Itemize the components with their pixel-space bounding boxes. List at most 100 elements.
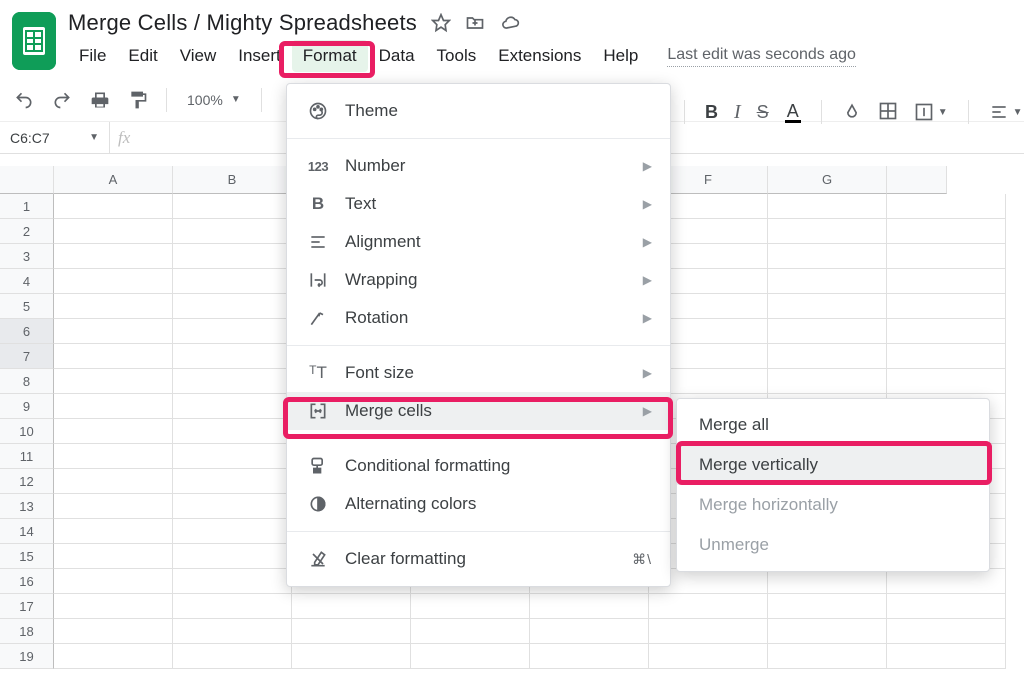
col-header-b[interactable]: B <box>173 166 292 194</box>
cell[interactable] <box>887 269 1006 294</box>
cell[interactable] <box>54 469 173 494</box>
cell[interactable] <box>768 569 887 594</box>
cell[interactable] <box>649 594 768 619</box>
cell[interactable] <box>54 344 173 369</box>
cell[interactable] <box>887 369 1006 394</box>
row-header[interactable]: 8 <box>0 369 54 394</box>
cell[interactable] <box>887 319 1006 344</box>
cell[interactable] <box>173 444 292 469</box>
cell[interactable] <box>54 419 173 444</box>
cell[interactable] <box>173 194 292 219</box>
cell[interactable] <box>173 244 292 269</box>
row-header[interactable]: 2 <box>0 219 54 244</box>
cell[interactable] <box>54 519 173 544</box>
borders-button[interactable] <box>878 101 898 124</box>
move-icon[interactable] <box>465 13 485 33</box>
cell[interactable] <box>768 269 887 294</box>
row-header[interactable]: 9 <box>0 394 54 419</box>
cell[interactable] <box>887 194 1006 219</box>
cell[interactable] <box>173 594 292 619</box>
format-menu-item[interactable]: Theme <box>287 92 670 130</box>
menu-data[interactable]: Data <box>368 40 426 72</box>
row-header[interactable]: 1 <box>0 194 54 219</box>
cell[interactable] <box>292 619 411 644</box>
cell[interactable] <box>887 619 1006 644</box>
cell[interactable] <box>649 619 768 644</box>
cell[interactable] <box>54 269 173 294</box>
cloud-icon[interactable] <box>499 13 519 33</box>
format-menu-item[interactable]: Conditional formatting <box>287 447 670 485</box>
select-all-corner[interactable] <box>0 166 54 194</box>
undo-button[interactable] <box>10 86 38 114</box>
menu-format[interactable]: Format <box>292 40 368 72</box>
cell[interactable] <box>411 619 530 644</box>
merge-dropdown-button[interactable]: ▼ <box>914 102 948 122</box>
merge-submenu-item[interactable]: Merge vertically <box>677 445 989 485</box>
cell[interactable] <box>173 269 292 294</box>
row-header[interactable]: 15 <box>0 544 54 569</box>
row-header[interactable]: 3 <box>0 244 54 269</box>
menu-ext[interactable]: Extensions <box>487 40 592 72</box>
cell[interactable] <box>768 244 887 269</box>
cell[interactable] <box>173 394 292 419</box>
cell[interactable] <box>54 194 173 219</box>
row-header[interactable]: 7 <box>0 344 54 369</box>
cell[interactable] <box>54 444 173 469</box>
cell[interactable] <box>768 594 887 619</box>
format-menu-item[interactable]: Wrapping▶ <box>287 261 670 299</box>
col-header-a[interactable]: A <box>54 166 173 194</box>
cell[interactable] <box>530 594 649 619</box>
format-menu-item[interactable]: TTFont size▶ <box>287 354 670 392</box>
cell[interactable] <box>887 344 1006 369</box>
row-header[interactable]: 14 <box>0 519 54 544</box>
cell[interactable] <box>54 494 173 519</box>
format-menu-item[interactable]: Merge cells▶ <box>287 392 670 430</box>
cell[interactable] <box>887 244 1006 269</box>
menu-tools[interactable]: Tools <box>426 40 488 72</box>
row-header[interactable]: 18 <box>0 619 54 644</box>
merge-submenu-item[interactable]: Merge all <box>677 405 989 445</box>
cell[interactable] <box>173 469 292 494</box>
fill-color-button[interactable] <box>842 101 862 124</box>
row-header[interactable]: 5 <box>0 294 54 319</box>
paint-format-button[interactable] <box>124 86 152 114</box>
row-header[interactable]: 19 <box>0 644 54 669</box>
menu-file[interactable]: File <box>68 40 117 72</box>
cell[interactable] <box>54 544 173 569</box>
cell[interactable] <box>173 344 292 369</box>
format-menu-item[interactable]: Rotation▶ <box>287 299 670 337</box>
cell[interactable] <box>54 644 173 669</box>
cell[interactable] <box>173 619 292 644</box>
cell[interactable] <box>649 644 768 669</box>
cell[interactable] <box>54 619 173 644</box>
italic-button[interactable]: I <box>734 101 741 124</box>
row-header[interactable]: 13 <box>0 494 54 519</box>
row-header[interactable]: 12 <box>0 469 54 494</box>
cell[interactable] <box>887 294 1006 319</box>
cell[interactable] <box>768 294 887 319</box>
bold-button[interactable]: B <box>705 102 718 123</box>
strike-button[interactable]: S <box>757 102 769 123</box>
cell[interactable] <box>173 369 292 394</box>
cell[interactable] <box>54 244 173 269</box>
cell[interactable] <box>768 344 887 369</box>
sheets-logo[interactable] <box>12 12 56 70</box>
last-edit[interactable]: Last edit was seconds ago <box>667 46 856 67</box>
halign-button[interactable]: ▼ <box>989 102 1023 122</box>
row-header[interactable]: 6 <box>0 319 54 344</box>
cell[interactable] <box>54 569 173 594</box>
cell[interactable] <box>768 369 887 394</box>
menu-view[interactable]: View <box>169 40 228 72</box>
cell[interactable] <box>768 194 887 219</box>
doc-title[interactable]: Merge Cells / Mighty Spreadsheets <box>68 10 417 36</box>
cell[interactable] <box>411 644 530 669</box>
cell[interactable] <box>54 369 173 394</box>
cell[interactable] <box>173 644 292 669</box>
cell[interactable] <box>768 619 887 644</box>
format-menu-item[interactable]: Alternating colors <box>287 485 670 523</box>
cell[interactable] <box>292 594 411 619</box>
cell[interactable] <box>292 644 411 669</box>
format-menu-item[interactable]: Clear formatting⌘\ <box>287 540 670 578</box>
cell[interactable] <box>530 619 649 644</box>
cell[interactable] <box>54 294 173 319</box>
